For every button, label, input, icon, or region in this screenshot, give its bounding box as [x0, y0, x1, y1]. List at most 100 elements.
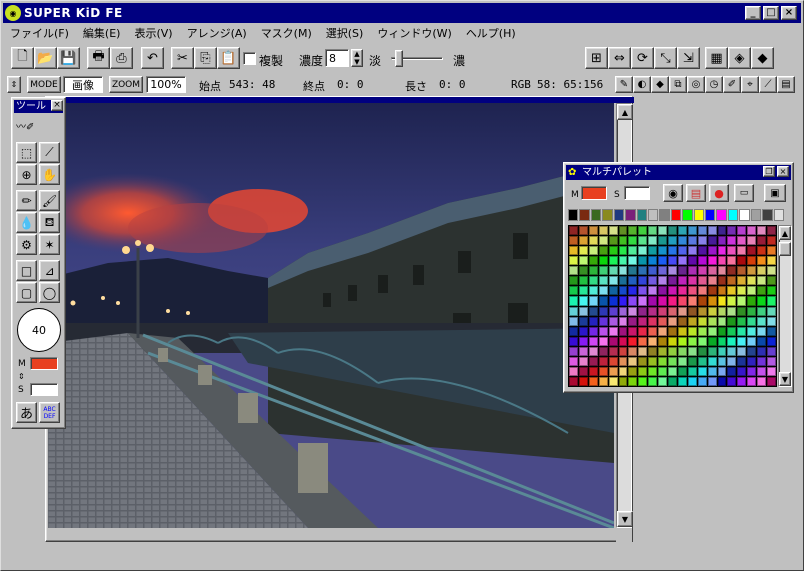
- palette-swatch[interactable]: [767, 266, 776, 276]
- palette-swatch[interactable]: [707, 356, 717, 366]
- palette-swatch[interactable]: [628, 256, 638, 266]
- brush-tool-icon[interactable]: ✐: [723, 76, 741, 93]
- palette-swatch[interactable]: [618, 366, 628, 376]
- palette-swatch[interactable]: [608, 316, 618, 326]
- palette-swatch[interactable]: [737, 366, 747, 376]
- clock-icon[interactable]: ◷: [705, 76, 723, 93]
- palette-swatch[interactable]: [737, 306, 747, 316]
- frame-icon[interactable]: ◈: [728, 47, 751, 69]
- palette-swatch[interactable]: [687, 246, 697, 256]
- palette-swatch[interactable]: [767, 356, 776, 366]
- cut-icon[interactable]: ✂: [171, 47, 194, 69]
- palette-swatch[interactable]: [687, 336, 697, 346]
- palette-strip-swatch[interactable]: [613, 209, 625, 221]
- palette-swatch[interactable]: [608, 246, 618, 256]
- palette-swatch[interactable]: [668, 226, 677, 236]
- palette-swatch[interactable]: [628, 296, 638, 306]
- palette-swatch[interactable]: [608, 346, 618, 356]
- palette-strip-swatch[interactable]: [682, 209, 693, 221]
- fill-bucket-icon[interactable]: ⛾: [39, 212, 60, 233]
- palette-swatch[interactable]: [608, 296, 618, 306]
- palette-swatch[interactable]: [608, 366, 618, 376]
- palette-swatch[interactable]: [598, 236, 608, 246]
- palette-swatch[interactable]: [608, 356, 618, 366]
- palette-swatch[interactable]: [747, 376, 757, 386]
- palette-swatch[interactable]: [767, 236, 776, 246]
- palette-swatch[interactable]: [687, 296, 697, 306]
- palette-swatch[interactable]: [747, 366, 757, 376]
- palette-swatch[interactable]: [618, 336, 628, 346]
- arrange-icon[interactable]: ⤡: [654, 47, 677, 69]
- palette-swatch[interactable]: [727, 246, 737, 256]
- density-slider-thumb[interactable]: [395, 50, 403, 67]
- palette-swatch[interactable]: [668, 236, 677, 246]
- palette-swatch[interactable]: [598, 256, 608, 266]
- palette-strip-swatch[interactable]: [579, 209, 590, 221]
- palette-swatch[interactable]: [569, 376, 578, 386]
- palette-swatch[interactable]: [588, 226, 598, 236]
- palette-swatch[interactable]: [707, 246, 717, 256]
- menu-file[interactable]: ファイル(F): [3, 25, 76, 41]
- palette-close-button[interactable]: ×: [777, 166, 789, 177]
- palette-swatch[interactable]: [618, 226, 628, 236]
- palette-swatch[interactable]: [727, 256, 737, 266]
- palette-swatch[interactable]: [658, 316, 668, 326]
- menu-edit[interactable]: 編集(E): [76, 25, 128, 41]
- photo-canvas[interactable]: [48, 103, 614, 528]
- palette-swatch[interactable]: [767, 336, 776, 346]
- palette-swatch[interactable]: [677, 306, 687, 316]
- pencil-icon[interactable]: ✏: [16, 190, 37, 211]
- palette-swatch[interactable]: [569, 306, 578, 316]
- palette-swatch[interactable]: [588, 326, 598, 336]
- density-input[interactable]: 8: [325, 49, 349, 67]
- filter-icon[interactable]: ◎: [687, 76, 705, 93]
- palette-swatch[interactable]: [747, 276, 757, 286]
- palette-swatch[interactable]: [648, 236, 658, 246]
- palette-swatch[interactable]: [668, 326, 677, 336]
- palette-swatch[interactable]: [598, 306, 608, 316]
- palette-swatch[interactable]: [687, 226, 697, 236]
- palette-swatch[interactable]: [588, 236, 598, 246]
- palette-swatch[interactable]: [737, 316, 747, 326]
- palette-swatch[interactable]: [608, 266, 618, 276]
- palette-strip-swatch[interactable]: [716, 209, 727, 221]
- palette-swatch[interactable]: [727, 336, 737, 346]
- new-file-icon[interactable]: 🗋: [11, 47, 34, 69]
- palette-swatch[interactable]: [638, 356, 648, 366]
- palette-swatch[interactable]: [697, 266, 707, 276]
- palette-swatch[interactable]: [668, 336, 677, 346]
- palette-swatch[interactable]: [578, 226, 588, 236]
- palette-swatch[interactable]: [747, 256, 757, 266]
- palette-swatch[interactable]: [717, 316, 727, 326]
- palette-swatch[interactable]: [608, 376, 618, 386]
- palette-swatch[interactable]: [618, 266, 628, 276]
- palette-swatch[interactable]: [569, 276, 578, 286]
- zoom-button[interactable]: ZOOM: [109, 76, 143, 93]
- palette-swatch[interactable]: [618, 276, 628, 286]
- palette-swatch[interactable]: [668, 356, 677, 366]
- palette-swatch[interactable]: [697, 226, 707, 236]
- palette-swatch[interactable]: [638, 306, 648, 316]
- palette-swatch[interactable]: [677, 366, 687, 376]
- palette-swatch[interactable]: [578, 356, 588, 366]
- palette-swatch[interactable]: [767, 246, 776, 256]
- palette-swatch[interactable]: [628, 246, 638, 256]
- palette-swatch[interactable]: [717, 286, 727, 296]
- fill-rect-icon[interactable]: ▢: [16, 282, 37, 303]
- palette-swatch[interactable]: [767, 376, 776, 386]
- palette-swatch[interactable]: [588, 246, 598, 256]
- palette-swatch[interactable]: [658, 356, 668, 366]
- palette-swatch[interactable]: [608, 226, 618, 236]
- palette-strip-swatch[interactable]: [602, 209, 613, 221]
- palette-swatch[interactable]: [618, 236, 628, 246]
- palette-swatch[interactable]: [628, 226, 638, 236]
- palette-swatch[interactable]: [648, 306, 658, 316]
- palette-swatch[interactable]: [588, 346, 598, 356]
- palette-swatch[interactable]: [658, 286, 668, 296]
- palette-swatch[interactable]: [697, 336, 707, 346]
- palette-scroll-up-icon[interactable]: ▲: [779, 226, 791, 240]
- palette-swatch[interactable]: [677, 346, 687, 356]
- water-drop-icon[interactable]: 💧: [16, 212, 37, 233]
- palette-swatch[interactable]: [717, 366, 727, 376]
- palette-swatch[interactable]: [697, 326, 707, 336]
